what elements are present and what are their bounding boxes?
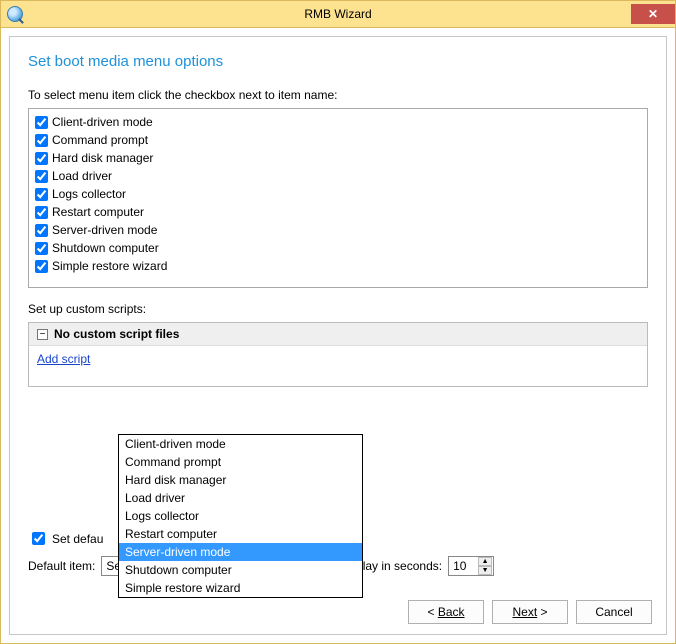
menu-item-row[interactable]: Restart computer: [35, 203, 641, 221]
cancel-button[interactable]: Cancel: [576, 600, 652, 624]
menu-item-label: Simple restore wizard: [52, 259, 167, 273]
menu-item-checkbox[interactable]: [35, 152, 48, 165]
delay-value: 10: [453, 559, 466, 573]
collapse-icon[interactable]: −: [37, 329, 48, 340]
menu-item-checkbox[interactable]: [35, 260, 48, 273]
menu-item-label: Load driver: [52, 169, 112, 183]
dropdown-option[interactable]: Load driver: [119, 489, 362, 507]
set-default-checkbox[interactable]: [32, 532, 45, 545]
menu-item-label: Shutdown computer: [52, 241, 159, 255]
next-button[interactable]: Next >: [492, 600, 568, 624]
scripts-label: Set up custom scripts:: [28, 302, 648, 316]
menu-item-checkbox[interactable]: [35, 134, 48, 147]
menu-item-label: Hard disk manager: [52, 151, 153, 165]
menu-item-checkbox[interactable]: [35, 224, 48, 237]
menu-item-checkbox[interactable]: [35, 242, 48, 255]
menu-item-row[interactable]: Server-driven mode: [35, 221, 641, 239]
back-button[interactable]: < Back: [408, 600, 484, 624]
menu-item-label: Logs collector: [52, 187, 126, 201]
spinner-buttons[interactable]: ▲ ▼: [478, 557, 492, 575]
window-title: RMB Wizard: [1, 7, 675, 21]
menu-item-row[interactable]: Load driver: [35, 167, 641, 185]
menu-items-list: Client-driven mode Command prompt Hard d…: [28, 108, 648, 288]
dropdown-option[interactable]: Logs collector: [119, 507, 362, 525]
menu-item-label: Client-driven mode: [52, 115, 153, 129]
window-titlebar: RMB Wizard ✕: [0, 0, 676, 28]
set-default-label-partial: Set defau: [52, 532, 103, 546]
dropdown-option[interactable]: Command prompt: [119, 453, 362, 471]
scripts-header-text: No custom script files: [54, 327, 179, 341]
page-heading: Set boot media menu options: [28, 53, 648, 70]
dropdown-option[interactable]: Simple restore wizard: [119, 579, 362, 597]
dropdown-option-selected[interactable]: Server-driven mode: [119, 543, 362, 561]
dropdown-option[interactable]: Restart computer: [119, 525, 362, 543]
custom-scripts-box: − No custom script files Add script: [28, 322, 648, 387]
menu-item-label: Server-driven mode: [52, 223, 157, 237]
menu-item-checkbox[interactable]: [35, 206, 48, 219]
default-item-label: Default item:: [28, 559, 95, 573]
spin-down-icon[interactable]: ▼: [478, 566, 492, 575]
scripts-header: − No custom script files: [29, 323, 647, 346]
menu-item-row[interactable]: Logs collector: [35, 185, 641, 203]
wizard-button-bar: < Back Next > Cancel: [408, 600, 652, 624]
menu-item-row[interactable]: Simple restore wizard: [35, 257, 641, 275]
delay-spinner[interactable]: 10 ▲ ▼: [448, 556, 494, 576]
menu-item-row[interactable]: Command prompt: [35, 131, 641, 149]
menu-item-row[interactable]: Shutdown computer: [35, 239, 641, 257]
menu-item-checkbox[interactable]: [35, 188, 48, 201]
menu-item-row[interactable]: Client-driven mode: [35, 113, 641, 131]
menu-item-label: Command prompt: [52, 133, 148, 147]
dropdown-option[interactable]: Shutdown computer: [119, 561, 362, 579]
menu-item-row[interactable]: Hard disk manager: [35, 149, 641, 167]
menu-item-label: Restart computer: [52, 205, 144, 219]
dropdown-option[interactable]: Hard disk manager: [119, 471, 362, 489]
menu-item-checkbox[interactable]: [35, 170, 48, 183]
add-script-link[interactable]: Add script: [37, 352, 90, 366]
wizard-page: Set boot media menu options To select me…: [9, 36, 667, 635]
dropdown-option[interactable]: Client-driven mode: [119, 435, 362, 453]
spin-up-icon[interactable]: ▲: [478, 557, 492, 566]
default-item-dropdown-list[interactable]: Client-driven mode Command prompt Hard d…: [118, 434, 363, 598]
instruction-text: To select menu item click the checkbox n…: [28, 88, 648, 102]
menu-item-checkbox[interactable]: [35, 116, 48, 129]
